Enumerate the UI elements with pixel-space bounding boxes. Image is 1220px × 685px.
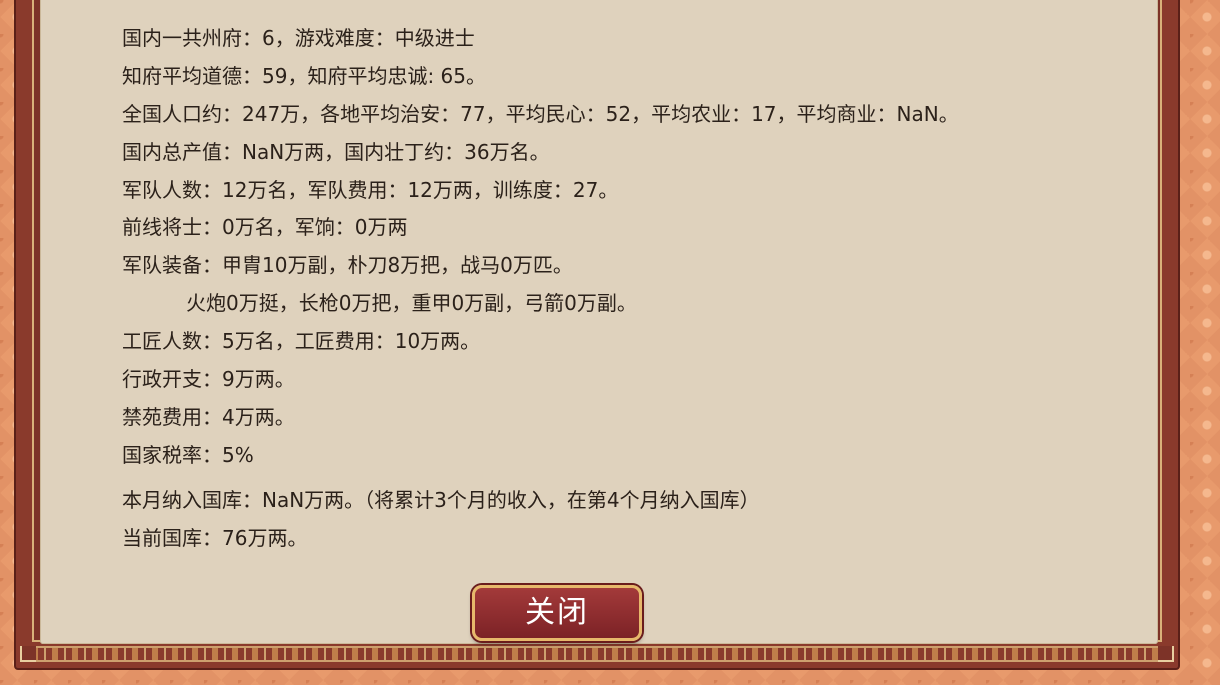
frame-corner-ornament	[20, 646, 36, 662]
report-line-output: 国内总产值：NaN万两，国内壮丁约：36万名。	[122, 139, 550, 164]
report-line-admin-cost: 行政开支：9万两。	[122, 367, 295, 392]
report-line-artisans: 工匠人数：5万名，工匠费用：10万两。	[122, 329, 481, 354]
report-line-tax-rate: 国家税率：5%	[122, 442, 254, 467]
report-line-frontline: 前线将士：0万名，军饷：0万两	[122, 215, 408, 240]
frame-bottom-frieze	[32, 646, 1162, 662]
report-line-monthly-income: 本月纳入国库：NaN万两。（将累计3个月的收入，在第4个月纳入国库）	[122, 488, 760, 512]
national-report-list: 国内一共州府：6，游戏难度：中级进士 知府平均道德：59，知府平均忠诚: 65。…	[122, 20, 959, 475]
report-line-equipment-cont: 火炮0万挺，长枪0万把，重甲0万副，弓箭0万副。	[186, 291, 637, 316]
report-line-population: 全国人口约：247万，各地平均治安：77，平均民心：52，平均农业：17，平均商…	[122, 101, 959, 126]
report-line-equipment: 军队装备：甲胄10万副，朴刀8万把，战马0万匹。	[122, 253, 573, 278]
treasury-report-list: 本月纳入国库：NaN万两。（将累计3个月的收入，在第4个月纳入国库） 当前国库：…	[122, 482, 760, 558]
frame-corner-ornament	[1158, 646, 1174, 662]
report-line-prefectures: 国内一共州府：6，游戏难度：中级进士	[122, 26, 475, 50]
close-button[interactable]: 关闭	[472, 585, 642, 641]
report-line-palace-cost: 禁苑费用：4万两。	[122, 404, 295, 429]
report-line-current-treasury: 当前国库：76万两。	[122, 525, 308, 550]
report-line-governors: 知府平均道德：59，知府平均忠诚: 65。	[122, 63, 486, 88]
report-line-army: 军队人数：12万名，军队费用：12万两，训练度：27。	[122, 177, 619, 202]
